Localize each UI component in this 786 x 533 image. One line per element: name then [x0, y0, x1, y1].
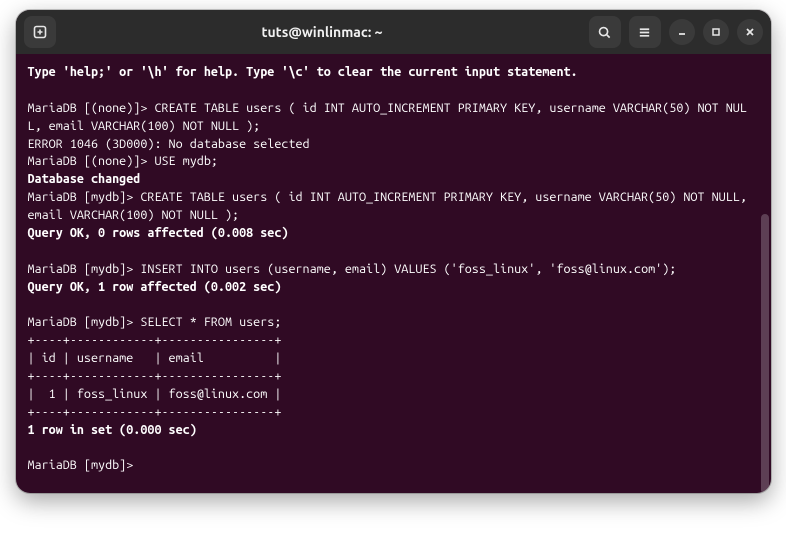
terminal-line: MariaDB [mydb]> SELECT * FROM users; — [28, 314, 759, 332]
close-button[interactable] — [737, 19, 763, 45]
terminal-line: +----+------------+----------------+ — [28, 404, 759, 422]
terminal-window: tuts@winlinmac: ~ — [16, 10, 771, 493]
terminal-line: MariaDB [(none)]> USE mydb; — [28, 153, 759, 171]
search-button[interactable] — [589, 16, 621, 48]
new-tab-icon — [32, 24, 48, 40]
terminal-line: +----+------------+----------------+ — [28, 368, 759, 386]
terminal-body[interactable]: Type 'help;' or '\h' for help. Type '\c'… — [16, 54, 771, 493]
minimize-button[interactable] — [669, 19, 695, 45]
terminal-line: ERROR 1046 (3D000): No database selected — [28, 136, 759, 154]
terminal-line: MariaDB [mydb]> CREATE TABLE users ( id … — [28, 189, 759, 225]
terminal-line — [28, 439, 759, 457]
terminal-line: 1 row in set (0.000 sec) — [28, 422, 759, 440]
terminal-line: | id | username | email | — [28, 350, 759, 368]
close-icon — [744, 26, 756, 38]
menu-button[interactable] — [629, 16, 661, 48]
scrollbar-thumb[interactable] — [761, 214, 769, 493]
terminal-line — [28, 243, 759, 261]
terminal-line: | 1 | foss_linux | foss@linux.com | — [28, 386, 759, 404]
minimize-icon — [676, 26, 688, 38]
terminal-line: Database changed — [28, 171, 759, 189]
titlebar: tuts@winlinmac: ~ — [16, 10, 771, 54]
maximize-button[interactable] — [703, 19, 729, 45]
terminal-line: Query OK, 0 rows affected (0.008 sec) — [28, 225, 759, 243]
terminal-line — [28, 296, 759, 314]
terminal-line: +----+------------+----------------+ — [28, 332, 759, 350]
new-tab-button[interactable] — [24, 16, 56, 48]
window-title: tuts@winlinmac: ~ — [64, 24, 581, 40]
hamburger-icon — [637, 25, 652, 40]
search-icon — [597, 25, 612, 40]
terminal-line: Query OK, 1 row affected (0.002 sec) — [28, 279, 759, 297]
terminal-line: MariaDB [(none)]> CREATE TABLE users ( i… — [28, 100, 759, 136]
terminal-line: Type 'help;' or '\h' for help. Type '\c'… — [28, 64, 759, 82]
terminal-line: MariaDB [mydb]> INSERT INTO users (usern… — [28, 261, 759, 279]
maximize-icon — [710, 26, 722, 38]
terminal-line — [28, 82, 759, 100]
terminal-line: MariaDB [mydb]> — [28, 457, 759, 475]
terminal-content[interactable]: Type 'help;' or '\h' for help. Type '\c'… — [28, 64, 759, 475]
